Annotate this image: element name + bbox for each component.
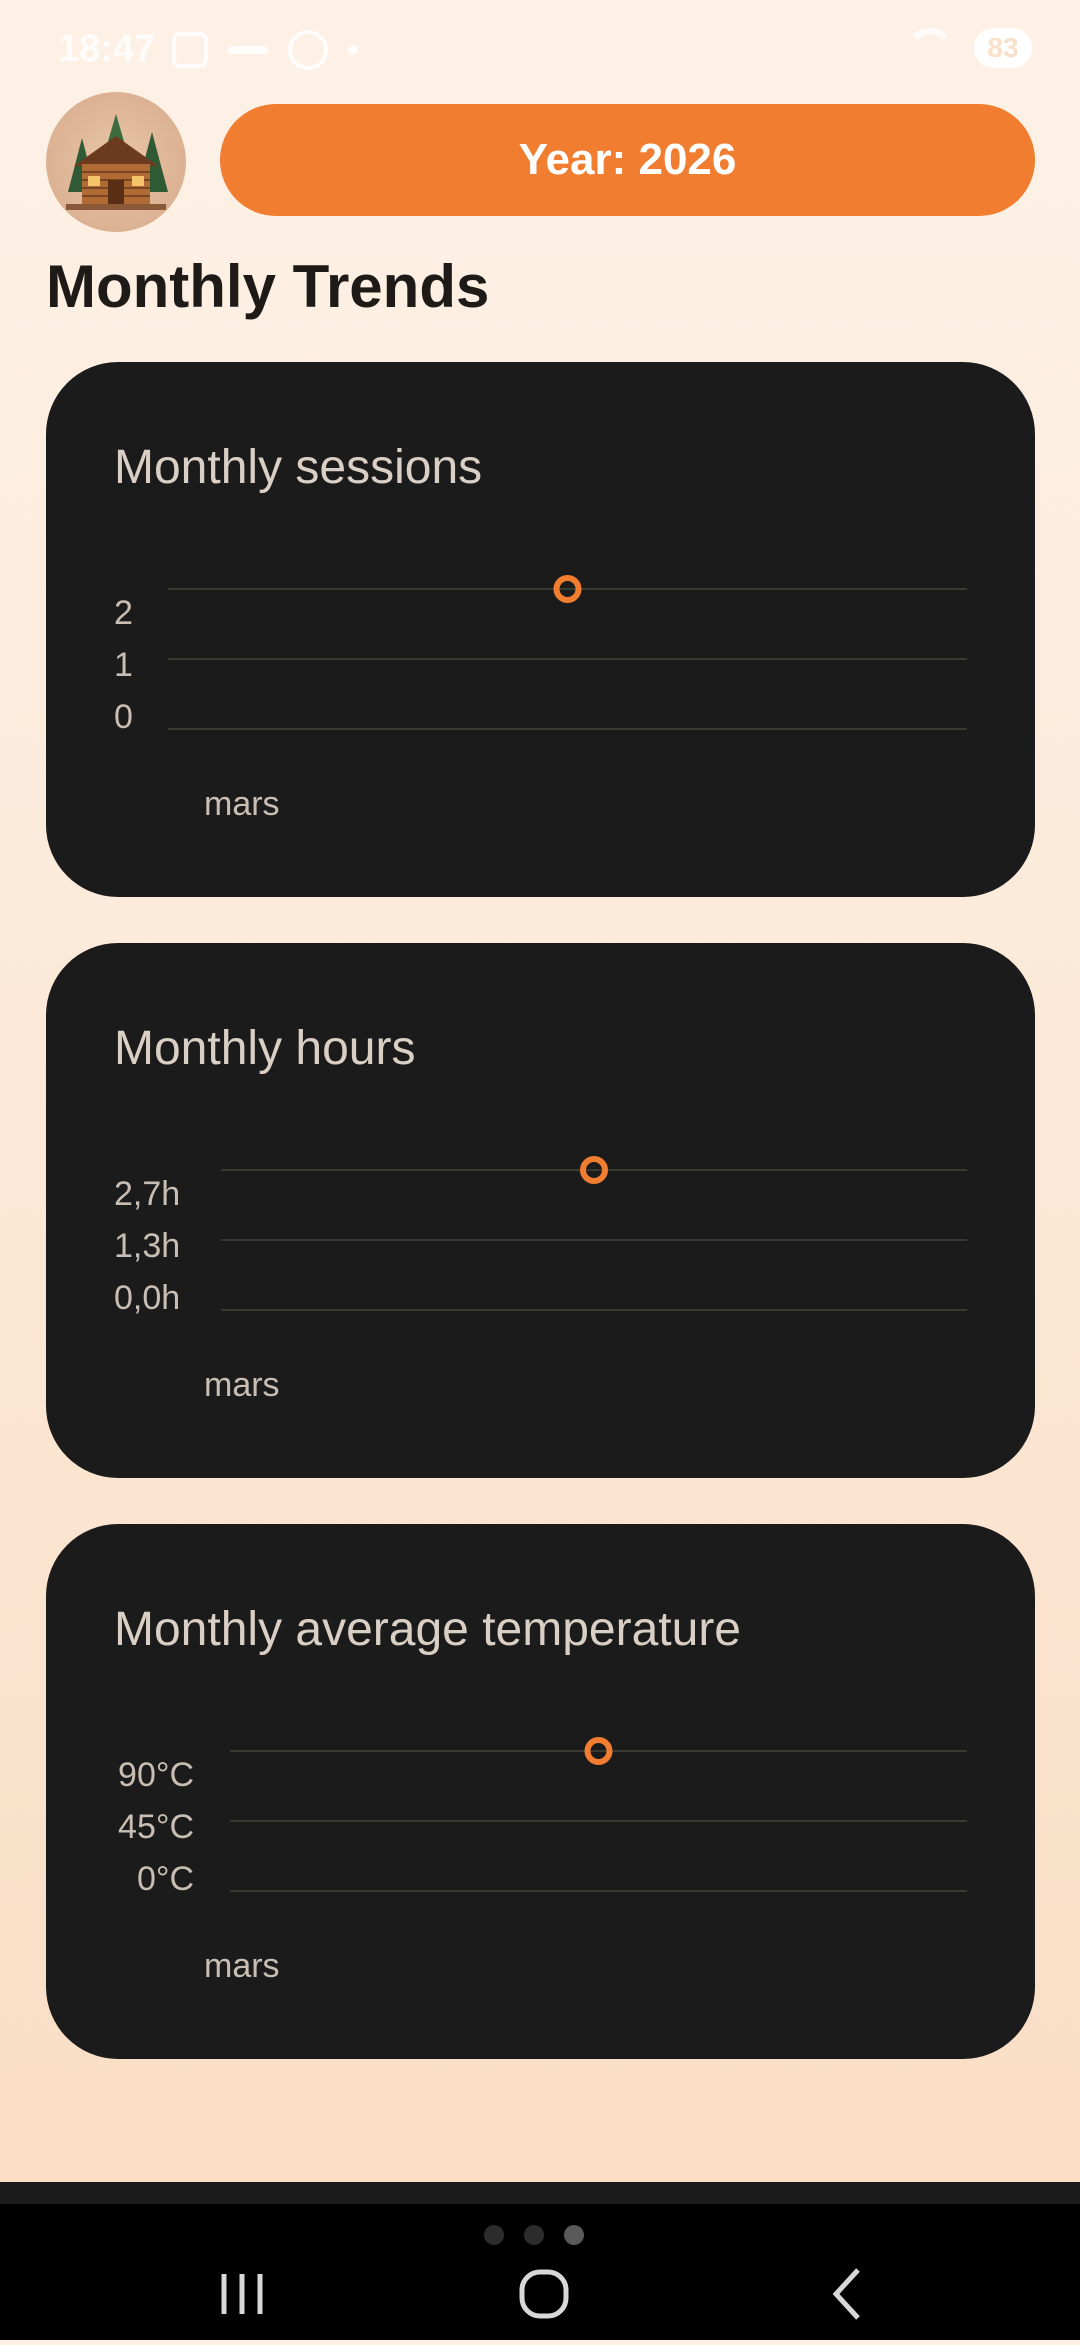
battery-indicator: 83 <box>974 28 1032 68</box>
page-dot-active <box>564 2225 584 2245</box>
page-dot <box>524 2225 544 2245</box>
y-tick-label: 45°C <box>118 1808 194 1846</box>
back-button[interactable] <box>786 2250 906 2340</box>
monthly-hours-chart: 0,0h 1,3h 2,7h mars <box>114 1156 967 1404</box>
recents-button[interactable] <box>182 2250 302 2340</box>
monthly-temperature-chart: 0°C 45°C 90°C mars <box>118 1737 967 1985</box>
monthly-sessions-chart: 0 1 2 mars <box>114 575 967 823</box>
y-tick-label: 2,7h <box>114 1175 180 1213</box>
x-category-label: mars <box>204 1947 280 1985</box>
notification-icons <box>172 30 358 70</box>
y-tick-label: 0,0h <box>114 1279 180 1317</box>
page-title: Monthly Trends <box>46 253 490 320</box>
y-tick-label: 0°C <box>137 1860 194 1898</box>
status-bar: 18:47 83 <box>0 0 1080 100</box>
screenshot-icon <box>172 32 208 68</box>
x-category-label: mars <box>204 785 280 823</box>
log-cabin-icon <box>66 114 168 210</box>
cast-icon <box>228 46 268 54</box>
page-dot <box>484 2225 504 2245</box>
y-tick-label: 1,3h <box>114 1227 180 1265</box>
x-category-label: mars <box>204 1366 280 1404</box>
year-selector-button[interactable]: Year: 2026 <box>220 104 1035 216</box>
monthly-hours-card: Monthly hours 0,0h 1,3h 2,7h mars <box>46 943 1035 1478</box>
app-screen: 18:47 83 Year: 2026 Monthly Trends Month… <box>0 0 1080 2340</box>
system-icons: 83 <box>906 28 1032 68</box>
wifi-icon <box>906 28 954 68</box>
y-tick-label: 90°C <box>118 1756 194 1794</box>
home-icon <box>519 2269 569 2319</box>
avatar[interactable] <box>46 92 186 232</box>
more-notifications-icon <box>348 45 358 55</box>
back-icon <box>832 2268 860 2320</box>
recents-icon <box>221 2274 263 2314</box>
home-button[interactable] <box>484 2250 604 2340</box>
monthly-sessions-card: Monthly sessions 0 1 2 mars <box>46 362 1035 897</box>
status-time: 18:47 <box>58 28 156 70</box>
page-indicator <box>484 2225 584 2245</box>
y-tick-label: 0 <box>114 698 133 736</box>
y-tick-label: 1 <box>114 646 133 684</box>
monthly-temperature-card: Monthly average temperature 0°C 45°C 90°C m… <box>46 1524 1035 2059</box>
y-tick-label: 2 <box>114 594 133 632</box>
sync-icon <box>288 30 328 70</box>
